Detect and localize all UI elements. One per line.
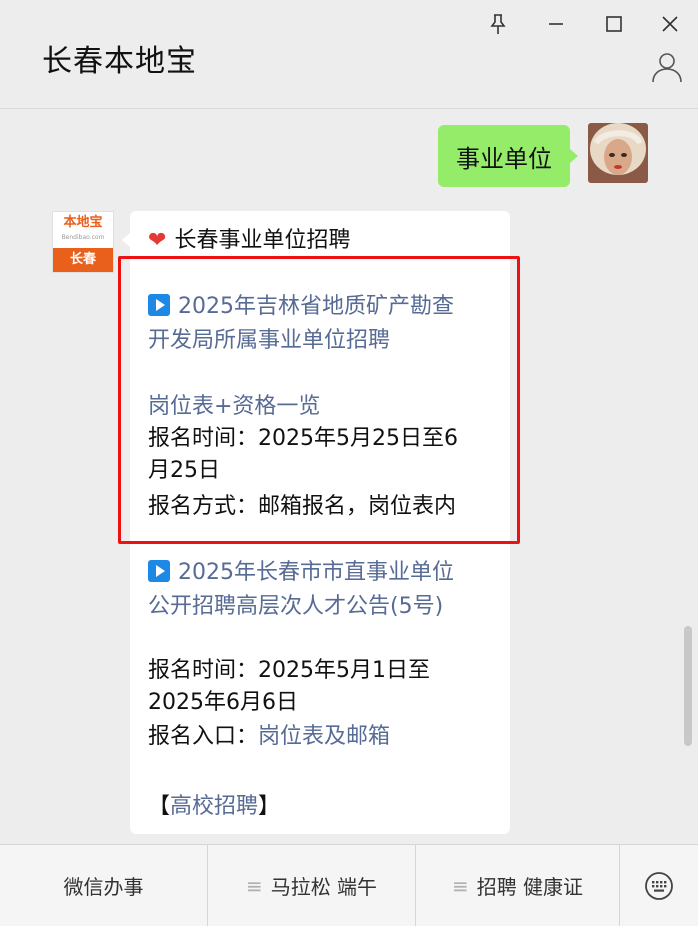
item2-title-line1[interactable]: 2025年长春市市直事业单位 [148, 557, 454, 589]
item1-method: 报名方式：邮箱报名，岗位表内 [148, 494, 457, 519]
minimize-icon[interactable] [540, 8, 572, 40]
outgoing-message[interactable]: 事业单位 [438, 125, 578, 187]
chat-area[interactable]: 事业单位 本地宝 Bendibao.com 长春 ❤ 长春事业单位招聘 2025年… [0, 109, 698, 844]
outgoing-message-row: 事业单位 [438, 125, 588, 187]
play-icon [148, 294, 170, 316]
item2-title-line2[interactable]: 公开招聘高层次人才公告(5号) [148, 591, 443, 623]
menu-icon: ≡ [245, 873, 263, 898]
pin-icon[interactable] [482, 8, 514, 40]
item1-title-line1[interactable]: 2025年吉林省地质矿产勘查 [148, 291, 454, 323]
keyboard-icon[interactable] [620, 845, 698, 926]
item1-link[interactable]: 岗位表+资格一览 [148, 391, 320, 423]
avatar-city: 长春 [53, 248, 113, 272]
campus-recruit-link[interactable]: 高校招聘 [170, 794, 258, 819]
menu-item-wechat-service[interactable]: 微信办事 [0, 845, 208, 926]
scrollbar[interactable] [684, 626, 692, 746]
avatar-sub: Bendibao.com [61, 234, 105, 241]
avatar-brand: 本地宝 [63, 215, 103, 230]
person-icon[interactable] [650, 50, 684, 84]
incoming-message: ❤ 长春事业单位招聘 2025年吉林省地质矿产勘查 开发局所属事业单位招聘 岗位表… [122, 211, 510, 834]
bot-avatar[interactable]: 本地宝 Bendibao.com 长春 [52, 211, 114, 273]
bottom-menu: 微信办事 ≡ 马拉松 端午 ≡ 招聘 健康证 [0, 844, 698, 926]
menu-icon: ≡ [451, 873, 469, 898]
item1-title-line2[interactable]: 开发局所属事业单位招聘 [148, 325, 390, 357]
user-avatar[interactable] [588, 123, 648, 183]
item1-time-line2: 月25日 [148, 458, 220, 483]
maximize-icon[interactable] [598, 8, 630, 40]
heart-icon: ❤ [148, 228, 167, 253]
item2-time-line1: 报名时间：2025年5月1日至 [148, 658, 430, 683]
play-icon [148, 560, 170, 582]
message-header: ❤ 长春事业单位招聘 [148, 228, 351, 253]
close-icon[interactable] [654, 8, 686, 40]
chat-title: 长春本地宝 [42, 44, 197, 79]
section-campus: 【高校招聘】 [148, 794, 281, 819]
item2-time-line2: 2025年6月6日 [148, 690, 298, 715]
item2-entry-link[interactable]: 岗位表及邮箱 [258, 724, 390, 749]
menu-item-recruit[interactable]: ≡ 招聘 健康证 [416, 845, 620, 926]
item2-entry: 报名入口：岗位表及邮箱 [148, 724, 391, 749]
menu-item-marathon[interactable]: ≡ 马拉松 端午 [208, 845, 416, 926]
item1-time-line1: 报名时间：2025年5月25日至6 [148, 426, 458, 451]
title-bar: 长春本地宝 [0, 0, 698, 109]
